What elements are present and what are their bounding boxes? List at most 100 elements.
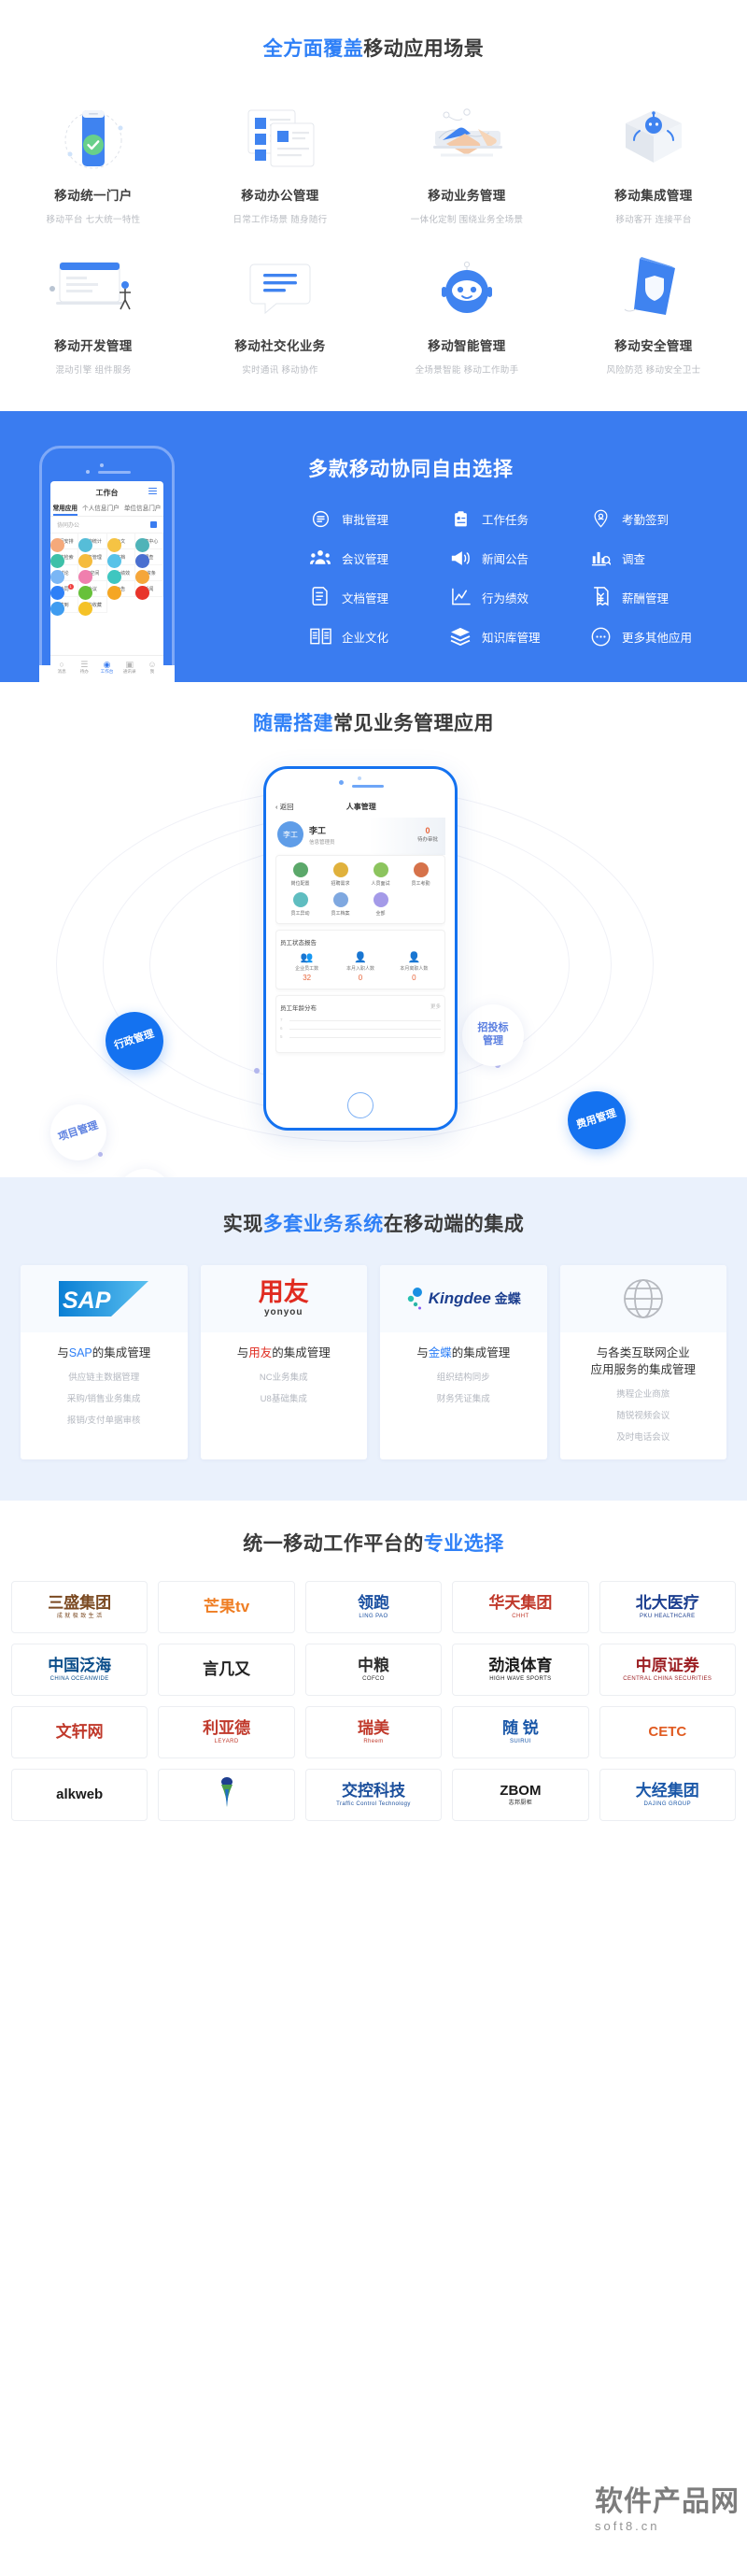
workbench-app[interactable]: 我的收藏: [78, 597, 107, 616]
yonyou-logo: 用友 yonyou: [200, 1265, 367, 1332]
workbench-app[interactable]: 全文检索: [50, 549, 79, 568]
app-meeting[interactable]: 会议管理: [308, 548, 448, 568]
feature-card[interactable]: 移动安全管理 风险防范 移动安全卫士: [560, 244, 747, 391]
app-culture[interactable]: 企业文化: [308, 626, 448, 647]
lingpao-logo: 领跑 LING PAO: [358, 1595, 389, 1619]
nav-todo-icon[interactable]: ☰ 待办: [73, 656, 95, 677]
todo-approval[interactable]: 0 待办审批: [417, 826, 438, 843]
workbench-app[interactable]: 会议: [78, 581, 107, 600]
clients-section: 统一移动工作平台的专业选择 三盛集团成 就 极 致 生 活 芒果tv 领跑 LING …: [0, 1501, 747, 1835]
client-logo-card[interactable]: 大经集团 DAJING GROUP: [599, 1769, 736, 1822]
client-logo-card[interactable]: 中国泛海 CHINA OCEANWIDE: [11, 1644, 148, 1697]
workbench-app[interactable]: 行为绩效: [106, 565, 135, 584]
workbench-app[interactable]: 时间安排: [50, 534, 79, 552]
logo-sub: PKU HEALTHCARE: [640, 1614, 696, 1620]
bubble-project[interactable]: 项目管理: [43, 1097, 114, 1168]
talkweb-logo: alkweb: [56, 1787, 103, 1802]
integration-item: 及时电话会议: [616, 1432, 670, 1444]
client-logo-card[interactable]: 利亚德 LEYARD: [158, 1706, 295, 1759]
workbench-app[interactable]: 公告: [106, 581, 135, 600]
client-logo-card[interactable]: 交控科技 Traffic Control Technology: [304, 1769, 443, 1822]
hr-app[interactable]: 员工档案: [320, 892, 360, 917]
huatian-group-logo: 华天集团 CHHT: [488, 1595, 552, 1619]
feature-name: 移动安全管理: [614, 339, 693, 353]
home-button[interactable]: [347, 1092, 374, 1118]
app-knowledge[interactable]: 知识库管理: [448, 626, 588, 647]
workbench-app[interactable]: 讨论: [50, 565, 79, 584]
app-document[interactable]: 文档管理: [308, 587, 448, 607]
client-logo-card[interactable]: 随 锐 SUIRUI: [452, 1706, 589, 1759]
app-news[interactable]: 新闻公告: [448, 548, 588, 568]
feature-card[interactable]: 移动业务管理 一体化定制 围绕业务全场景: [374, 93, 560, 240]
hr-app[interactable]: 人员面试: [360, 862, 401, 887]
client-logo-card[interactable]: 中原证券 CENTRAL CHINA SECURITIES: [599, 1644, 736, 1697]
app-approval[interactable]: 审批管理: [308, 508, 448, 529]
grid-toggle-icon[interactable]: [150, 521, 157, 528]
integration-card-yonyou[interactable]: 用友 yonyou 与用友的集成管理 NC业务集成 U8基础集成: [200, 1265, 367, 1460]
workbench-app[interactable]: 签到: [50, 597, 79, 616]
workbench-app[interactable]: 报表中心: [134, 534, 163, 552]
client-logo-card[interactable]: 文轩网: [11, 1706, 148, 1759]
client-logo-card[interactable]: 言几又: [158, 1644, 295, 1697]
feature-card[interactable]: 移动智能管理 全场景智能 移动工作助手: [374, 244, 560, 391]
app-label: 知识库管理: [482, 631, 541, 645]
workbench-app[interactable]: 查询统计: [78, 534, 107, 552]
bubble-bidding[interactable]: 招投标 管理: [462, 1004, 524, 1066]
workbench-app[interactable]: 任务管理: [78, 549, 107, 568]
workbench-app[interactable]: 享空间: [78, 565, 107, 584]
hr-app[interactable]: 员工考勤: [401, 862, 441, 887]
app-label: 审批管理: [342, 513, 389, 527]
nav-workbench-icon[interactable]: ◉ 工作台: [95, 656, 118, 677]
chart-more-link[interactable]: 更多: [430, 1003, 441, 1012]
app-salary[interactable]: 薪酬管理: [588, 587, 728, 607]
bubble-expense[interactable]: 费用管理: [559, 1083, 634, 1158]
app-task[interactable]: 工作任务: [448, 508, 588, 529]
client-logo-card[interactable]: 中粮 COFCO: [304, 1644, 443, 1697]
client-logo-card[interactable]: 瑞美 Rheem: [304, 1706, 443, 1759]
client-logo-card[interactable]: 三盛集团成 就 极 致 生 活: [11, 1581, 148, 1634]
app-more[interactable]: 更多其他应用: [588, 626, 728, 647]
client-logo-card[interactable]: CETC: [599, 1706, 736, 1759]
workbench-app[interactable]: 工资条: [134, 565, 163, 584]
feature-card[interactable]: 移动开发管理 混动引擎 组件服务: [0, 244, 187, 391]
workbench-app[interactable]: 新闻: [134, 581, 163, 600]
client-logo-card[interactable]: ZBOM 志邦厨柜: [452, 1769, 589, 1822]
bubble-contract[interactable]: 合同管理: [111, 1162, 178, 1177]
integration-card-kingdee[interactable]: Kingdee 金蝶 与金蝶的集成管理 组织结构同步 财务凭证集成: [380, 1265, 547, 1460]
hr-title: 人事管理: [345, 803, 376, 811]
feature-card[interactable]: 移动办公管理 日常工作场景 随身随行: [187, 93, 374, 240]
app-performance[interactable]: 行为绩效: [448, 587, 588, 607]
nav-me-icon[interactable]: ☺ 我: [141, 656, 163, 677]
feature-card[interactable]: 移动社交化业务 实时通讯 移动协作: [187, 244, 374, 391]
integration-card-internet[interactable]: 与各类互联网企业 应用服务的集成管理 携程企业商旅 随锐视频会议 及时电话会议: [559, 1265, 726, 1460]
nav-contacts-icon[interactable]: ▣ 通讯录: [119, 656, 141, 677]
tab-personal-portal[interactable]: 个人信息门户: [82, 503, 120, 512]
hr-app[interactable]: 全部: [360, 892, 401, 917]
client-logo-card[interactable]: alkweb: [11, 1769, 148, 1822]
app-icon: [332, 892, 348, 907]
tab-unit-portal[interactable]: 单位信息门户: [124, 503, 162, 512]
client-logo-card[interactable]: 北大医疗 PKU HEALTHCARE: [599, 1581, 736, 1634]
menu-icon[interactable]: [148, 488, 157, 496]
app-survey[interactable]: 调查: [588, 548, 728, 568]
feature-card[interactable]: 移动集成管理 移动客开 连接平台: [560, 93, 747, 240]
workbench-app[interactable]: 1 协同: [50, 581, 79, 600]
bubble-label: 招投标 管理: [477, 1022, 509, 1046]
client-logo-card[interactable]: 华天集团 CHHT: [452, 1581, 589, 1634]
nav-message-icon[interactable]: ○ 消息: [50, 656, 73, 677]
client-logo-card[interactable]: [158, 1769, 295, 1822]
feature-card[interactable]: 移动统一门户 移动平台 七大统一特性: [0, 93, 187, 240]
hr-app[interactable]: 岗位配置: [280, 862, 320, 887]
client-logo-card[interactable]: 劲浪体育 HIGH WAVE SPORTS: [452, 1644, 589, 1697]
client-logo-card[interactable]: 领跑 LING PAO: [304, 1581, 443, 1634]
hr-app[interactable]: 员工异动: [280, 892, 320, 917]
back-button[interactable]: ‹ 返回: [275, 802, 294, 812]
client-logo-card[interactable]: 芒果tv: [158, 1581, 295, 1634]
hr-app[interactable]: 招聘需求: [320, 862, 360, 887]
integration-card-sap[interactable]: SAP 与SAP的集成管理 供应链主数据管理 采购/销售业务集成 报销/支付单据…: [21, 1265, 188, 1460]
workbench-app[interactable]: 文档: [106, 549, 135, 568]
tab-common-apps[interactable]: 常用应用: [52, 503, 78, 516]
workbench-app[interactable]: 调查: [134, 549, 163, 568]
app-attendance[interactable]: 考勤签到: [588, 508, 728, 529]
workbench-app[interactable]: 公文: [106, 534, 135, 552]
